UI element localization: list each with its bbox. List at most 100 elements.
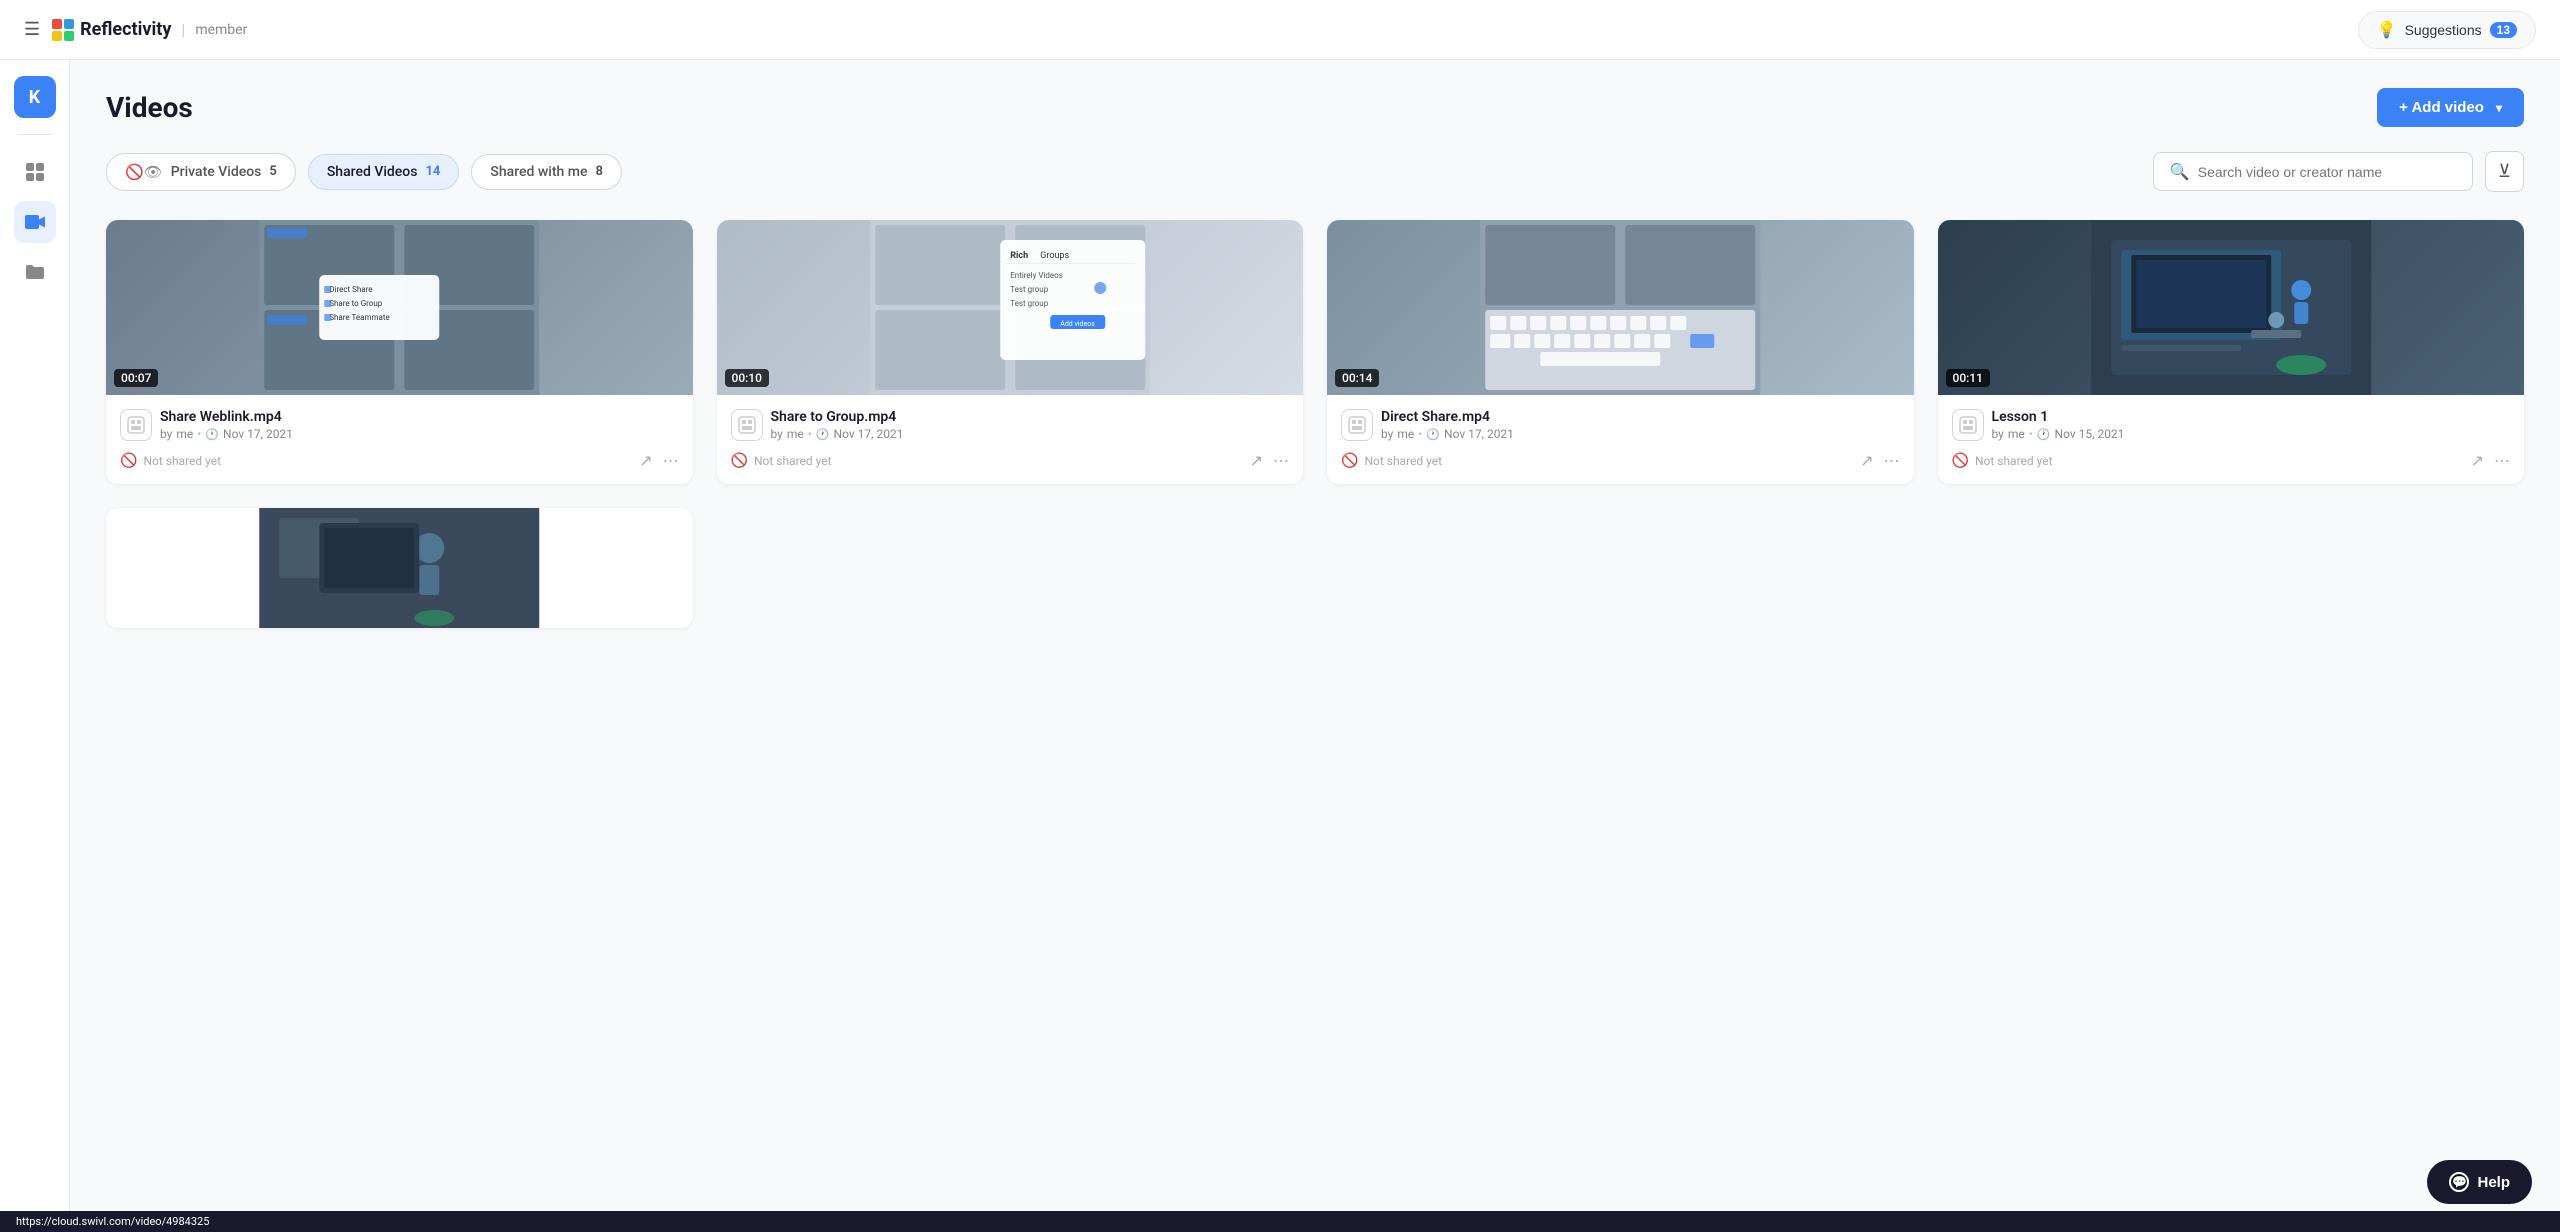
share-icon-1[interactable]: ↗: [639, 451, 652, 470]
video-card-3[interactable]: 00:14 Direct Share.mp4 by me: [1327, 220, 1914, 484]
sidebar-item-videos[interactable]: [14, 201, 56, 243]
tab-sharedwithme-badge: 8: [595, 164, 602, 179]
video-grid: Direct Share Share to Group Share Teamma…: [106, 220, 2524, 484]
tab-private-badge: 5: [269, 164, 276, 179]
video-card-2[interactable]: Rich Groups Entirely Videos Test group T…: [717, 220, 1304, 484]
logo-sq-red: [52, 19, 62, 29]
logo-sq-blue: [64, 19, 74, 29]
video-info-4: Lesson 1 by me • 🕐 Nov 15, 2021: [1938, 395, 2525, 441]
sidebar-divider: [17, 134, 53, 135]
app-role: member: [195, 22, 247, 38]
video-name-2: Share to Group.mp4: [771, 409, 1290, 425]
chevron-down-icon: ▾: [2496, 101, 2502, 115]
video-actions-2: ↗ ⋯: [1250, 451, 1289, 470]
video-grid-row2: [106, 508, 2524, 628]
user-avatar[interactable]: K: [14, 76, 56, 118]
video-info-2: Share to Group.mp4 by me • 🕐 Nov 17, 202…: [717, 395, 1304, 441]
video-by-1: by me • 🕐 Nov 17, 2021: [160, 427, 679, 441]
not-shared-2: 🚫 Not shared yet: [731, 453, 832, 469]
share-icon-2[interactable]: ↗: [1250, 451, 1263, 470]
add-video-button[interactable]: + Add video ▾: [2377, 88, 2524, 127]
share-icon-4[interactable]: ↗: [2471, 451, 2484, 470]
logo-divider: |: [181, 20, 185, 39]
video-name-3: Direct Share.mp4: [1381, 409, 1900, 425]
video-footer-1: 🚫 Not shared yet ↗ ⋯: [106, 441, 693, 484]
video-meta-4: Lesson 1 by me • 🕐 Nov 15, 2021: [1952, 409, 2511, 441]
not-shared-3: 🚫 Not shared yet: [1341, 453, 1442, 469]
layout: K Videos + Add video ▾ 🚫👁 Private Videos: [0, 60, 2560, 1211]
video-footer-2: 🚫 Not shared yet ↗ ⋯: [717, 441, 1304, 484]
logo-sq-yellow: [52, 31, 62, 41]
sidebar-item-folder[interactable]: [14, 251, 56, 293]
tab-shared-label: Shared Videos: [327, 164, 418, 180]
search-input[interactable]: [2198, 164, 2456, 180]
clock-icon-4: 🕐: [2037, 428, 2051, 441]
more-icon-3[interactable]: ⋯: [1884, 451, 1900, 470]
video-by-2: by me • 🕐 Nov 17, 2021: [771, 427, 1290, 441]
video-footer-4: 🚫 Not shared yet ↗ ⋯: [1938, 441, 2525, 484]
clock-icon-2: 🕐: [816, 428, 830, 441]
eye-slash-icon-1: 🚫: [120, 453, 137, 469]
video-actions-3: ↗ ⋯: [1860, 451, 1899, 470]
filter-button[interactable]: ⊻: [2485, 151, 2524, 192]
not-shared-1: 🚫 Not shared yet: [120, 453, 221, 469]
video-actions-4: ↗ ⋯: [2471, 451, 2510, 470]
video-meta-2: Share to Group.mp4 by me • 🕐 Nov 17, 202…: [731, 409, 1290, 441]
video-duration-3: 00:14: [1335, 369, 1379, 387]
more-icon-4[interactable]: ⋯: [2494, 451, 2510, 470]
video-name-1: Share Weblink.mp4: [160, 409, 679, 425]
svg-text:Share to Group: Share to Group: [329, 299, 383, 308]
topnav-left: ☰ Reflectivity | member: [24, 19, 247, 41]
eye-slash-icon-2: 🚫: [731, 453, 748, 469]
video-avatar-3: [1341, 409, 1373, 441]
help-circle-icon: 💬: [2449, 1172, 2469, 1192]
suggestions-button[interactable]: 💡 Suggestions 13: [2358, 11, 2536, 49]
svg-text:Direct Share: Direct Share: [329, 285, 372, 294]
search-icon: 🔍: [2170, 162, 2190, 181]
video-duration-1: 00:07: [114, 369, 158, 387]
more-icon-2[interactable]: ⋯: [1273, 451, 1289, 470]
video-card-4[interactable]: 00:11 Lesson 1 by me •: [1938, 220, 2525, 484]
page-title: Videos: [106, 91, 193, 124]
svg-text:Entirely Videos: Entirely Videos: [1010, 271, 1063, 280]
not-shared-4: 🚫 Not shared yet: [1952, 453, 2053, 469]
help-label: Help: [2477, 1174, 2510, 1191]
statusbar-url: https://cloud.swivl.com/video/4984325: [16, 1215, 209, 1228]
tab-shared-with-me[interactable]: Shared with me 8: [471, 154, 622, 190]
search-box[interactable]: 🔍: [2153, 152, 2473, 191]
video-avatar-4: [1952, 409, 1984, 441]
eye-slash-icon-3: 🚫: [1341, 453, 1358, 469]
video-by-4: by me • 🕐 Nov 15, 2021: [1992, 427, 2511, 441]
page-header: Videos + Add video ▾: [106, 88, 2524, 127]
tab-private-videos[interactable]: 🚫👁 Private Videos 5: [106, 153, 296, 191]
logo-icon: [52, 19, 74, 41]
video-avatar-1: [120, 409, 152, 441]
more-icon-1[interactable]: ⋯: [663, 451, 679, 470]
statusbar: https://cloud.swivl.com/video/4984325: [0, 1211, 2560, 1232]
help-button[interactable]: 💬 Help: [2427, 1160, 2532, 1204]
video-details-3: Direct Share.mp4 by me • 🕐 Nov 17, 2021: [1381, 409, 1900, 441]
share-icon-3[interactable]: ↗: [1860, 451, 1873, 470]
video-meta-1: Share Weblink.mp4 by me • 🕐 Nov 17, 2021: [120, 409, 679, 441]
video-by-3: by me • 🕐 Nov 17, 2021: [1381, 427, 1900, 441]
video-duration-2: 00:10: [725, 369, 769, 387]
tab-bar: 🚫👁 Private Videos 5 Shared Videos 14 Sha…: [106, 151, 2524, 192]
tab-shared-badge: 14: [425, 164, 440, 179]
svg-text:Share Teammate: Share Teammate: [329, 313, 389, 322]
logo-area: Reflectivity | member: [52, 19, 247, 41]
sidebar-item-dashboard[interactable]: [14, 151, 56, 193]
tab-shared-videos[interactable]: Shared Videos 14: [308, 154, 460, 190]
video-details-4: Lesson 1 by me • 🕐 Nov 15, 2021: [1992, 409, 2511, 441]
video-thumb-3: 00:14: [1327, 220, 1914, 395]
video-thumb-2: Rich Groups Entirely Videos Test group T…: [717, 220, 1304, 395]
eye-slash-icon: 🚫👁: [125, 163, 163, 181]
menu-icon[interactable]: ☰: [24, 19, 40, 40]
filter-icon: ⊻: [2498, 161, 2511, 181]
svg-text:Rich: Rich: [1010, 251, 1028, 261]
video-card-5[interactable]: [106, 508, 693, 628]
svg-text:Add videos: Add videos: [1060, 320, 1095, 328]
sidebar: K: [0, 60, 70, 1211]
suggestions-label: Suggestions: [2405, 22, 2482, 38]
svg-text:Groups: Groups: [1040, 251, 1069, 261]
video-card-1[interactable]: Direct Share Share to Group Share Teamma…: [106, 220, 693, 484]
